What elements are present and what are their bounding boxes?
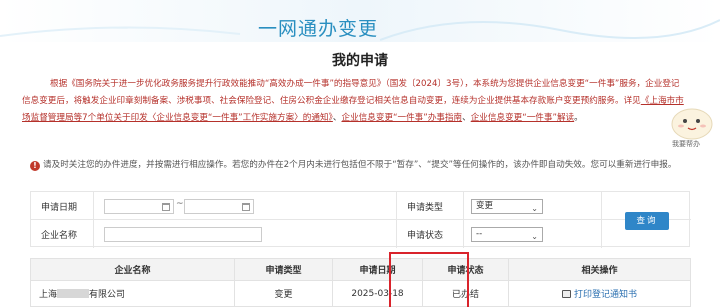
- company-name-prefix: 上海: [39, 290, 58, 300]
- divider: [93, 192, 94, 248]
- chevron-down-icon: ⌄: [531, 204, 538, 213]
- divider: [396, 192, 397, 248]
- search-panel: 申请日期 ~ 申请类型 变更 ⌄ 企业名称 申请状态 -- ⌄ 查询: [30, 191, 691, 248]
- cell-company-name: 上海 有限公司: [30, 280, 235, 307]
- calendar-icon[interactable]: [162, 203, 170, 211]
- intro-end: 。: [574, 113, 583, 123]
- banner-title: 一网通办变更: [258, 18, 379, 40]
- help-assistant-icon[interactable]: [668, 100, 716, 140]
- column-header-company: 企业名称: [30, 258, 235, 281]
- intro-paragraph: 根据《国务院关于进一步优化政务服务提升行政效能推动“高效办成一件事”的指导意见》…: [22, 76, 688, 127]
- query-button[interactable]: 查询: [625, 212, 669, 230]
- applications-table: 企业名称 申请类型 申请日期 申请状态 相关操作 上海 有限公司 变更 2025-…: [30, 258, 691, 307]
- apply-status-label: 申请状态: [407, 231, 444, 241]
- column-header-actions: 相关操作: [508, 258, 691, 281]
- calendar-icon[interactable]: [242, 203, 250, 211]
- divider: [601, 192, 602, 248]
- cell-apply-type: 变更: [234, 280, 333, 307]
- help-label[interactable]: 我要帮办: [672, 139, 700, 149]
- chevron-down-icon: ⌄: [531, 232, 538, 241]
- table-header-row: 企业名称 申请类型 申请日期 申请状态 相关操作: [30, 258, 691, 281]
- divider: [463, 192, 464, 248]
- search-row: 企业名称 申请状态 -- ⌄: [31, 220, 691, 248]
- redacted-block: [57, 289, 90, 298]
- start-date-input[interactable]: [104, 199, 174, 214]
- table-row: 上海 有限公司 变更 2025-03-18 已办结 打印登记通知书: [30, 280, 691, 307]
- warning-icon: !: [30, 161, 40, 171]
- apply-type-value: 变更: [476, 201, 494, 211]
- page-title: 我的申请: [332, 53, 388, 69]
- company-name-suffix: 有限公司: [89, 290, 126, 300]
- apply-date-label: 申请日期: [41, 203, 78, 213]
- company-name-label: 企业名称: [41, 231, 78, 241]
- print-icon[interactable]: [561, 290, 571, 298]
- apply-type-select[interactable]: 变更 ⌄: [471, 199, 543, 214]
- header-banner: 一网通办变更: [0, 0, 720, 42]
- expiry-notice: ! 请及时关注您的办件进度，并按需进行相应操作。若您的办件在2个月内未进行包括但不…: [30, 158, 690, 172]
- print-notice-link[interactable]: 打印登记通知书: [574, 290, 637, 300]
- column-header-type: 申请类型: [234, 258, 333, 281]
- interpretation-link[interactable]: 企业信息变更“一件事”解读: [471, 113, 574, 123]
- apply-type-label: 申请类型: [407, 203, 444, 213]
- end-date-input[interactable]: [184, 199, 254, 214]
- notice-text: 请及时关注您的办件进度，并按需进行相应操作。若您的办件在2个月内未进行包括但不限…: [43, 160, 677, 170]
- guide-link[interactable]: 企业信息变更“一件事”办事指南: [341, 113, 462, 123]
- date-range-separator: ~: [176, 199, 184, 209]
- intro-text: 根据《国务院关于进一步优化政务服务提升行政效能推动“高效办成一件事”的指导意见》…: [22, 79, 680, 106]
- apply-status-select[interactable]: -- ⌄: [471, 227, 543, 242]
- apply-status-value: --: [476, 229, 483, 239]
- intro-separator: 、: [462, 113, 471, 123]
- company-name-input[interactable]: [104, 227, 262, 242]
- status-highlight-box: [389, 252, 469, 307]
- search-row: 申请日期 ~ 申请类型 变更 ⌄: [31, 192, 691, 220]
- cell-actions: 打印登记通知书: [508, 280, 691, 307]
